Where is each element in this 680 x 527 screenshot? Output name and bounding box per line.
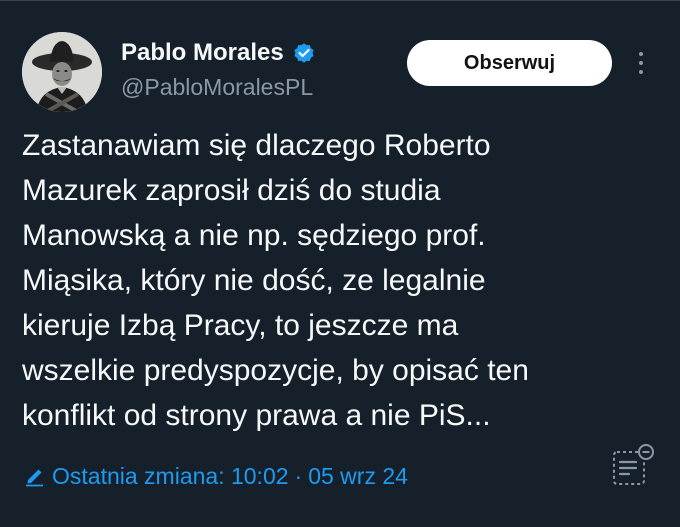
tweet-text-line: Mazurek zaprosił dziś do studia	[22, 174, 441, 207]
more-dots-icon	[639, 61, 643, 65]
follow-button[interactable]: Obserwuj	[407, 40, 612, 86]
edit-history-link[interactable]: Ostatnia zmiana: 10:02 · 05 wrz 24	[24, 459, 408, 493]
divider	[0, 0, 680, 1]
verified-badge-icon	[292, 41, 316, 65]
tweet-text-line: Manowską a nie np. sędziego prof.	[22, 219, 486, 252]
tweet-text-line: Zastanawiam się dlaczego Roberto	[22, 129, 491, 162]
tweet-text-line: konflikt od strony prawa a nie PiS...	[22, 399, 491, 432]
more-dots-icon	[639, 52, 643, 56]
more-options-button[interactable]	[628, 46, 654, 80]
tweet-text-line: kieruje Izbą Pracy, to jeszcze ma	[22, 309, 459, 342]
edit-label: Ostatnia zmiana: 10:02	[52, 462, 289, 489]
edit-date: 05 wrz 24	[308, 462, 408, 489]
tweet-text-line: Miąsika, który nie dość, ze legalnie	[22, 264, 486, 297]
edit-separator: ·	[294, 462, 303, 489]
avatar[interactable]	[22, 32, 102, 112]
more-dots-icon	[639, 70, 643, 74]
tweet-text-line: wszelkie predyspozycje, by opisać ten	[22, 354, 529, 387]
author-display-name[interactable]: Pablo Morales	[121, 38, 284, 68]
avatar-image	[22, 32, 102, 112]
tweet-text: Zastanawiam się dlaczego Roberto Mazurek…	[22, 123, 662, 438]
pencil-icon	[24, 465, 46, 487]
community-notes-icon[interactable]	[611, 443, 657, 489]
author-handle[interactable]: @PabloMoralesPL	[121, 72, 313, 102]
tweet-card: Pablo Morales @PabloMoralesPL Obserwuj Z…	[0, 0, 680, 527]
author-name-row[interactable]: Pablo Morales	[121, 37, 316, 69]
